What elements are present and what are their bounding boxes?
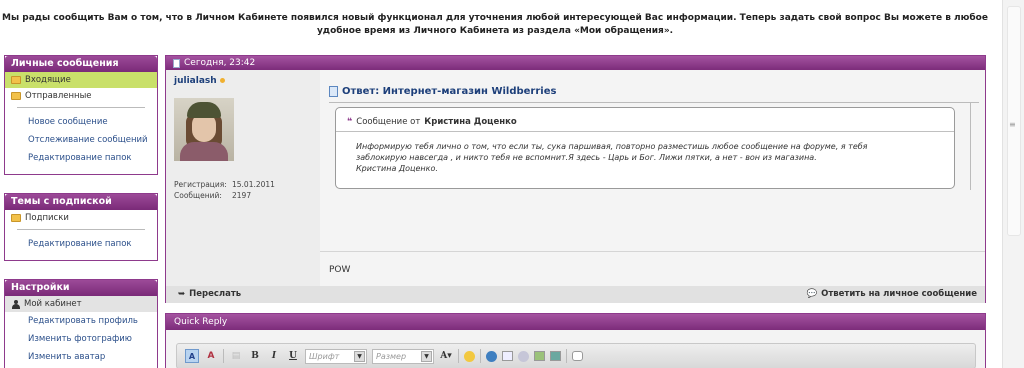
sidebar-settings-title: Настройки bbox=[5, 280, 157, 296]
remove-format-icon[interactable]: A bbox=[204, 349, 218, 363]
quote-icon: ❝ bbox=[347, 117, 353, 127]
smiley-icon[interactable] bbox=[464, 350, 475, 362]
sidebar-subscriptions: Темы с подпиской Подписки Редактирование… bbox=[4, 193, 158, 261]
underline-icon[interactable]: U bbox=[286, 349, 300, 363]
size-select-placeholder: Размер bbox=[376, 351, 407, 361]
unlink-icon[interactable] bbox=[518, 350, 529, 362]
quick-reply-panel: Quick Reply A A ▤ B I U Шрифт ▼ Размер ▼… bbox=[165, 313, 986, 368]
vertical-scrollbar[interactable]: ≡ bbox=[1002, 0, 1024, 368]
author-panel: julialash Регистрация: 15.01.2011 Сообщен… bbox=[166, 70, 320, 286]
divider bbox=[970, 102, 971, 190]
author-registration: Регистрация: 15.01.2011 bbox=[174, 180, 275, 189]
sidebar-subscriptions-title: Темы с подпиской bbox=[5, 194, 157, 210]
quote-body: Информирую тебя лично о том, что если ты… bbox=[356, 141, 946, 174]
reply-label: Ответить на личное сообщение bbox=[821, 289, 977, 299]
italic-icon[interactable]: I bbox=[267, 349, 281, 363]
editor-toolbar: A A ▤ B I U Шрифт ▼ Размер ▼ A▾ bbox=[176, 343, 976, 368]
folder-icon bbox=[11, 92, 21, 100]
sidebar-item-label: Отправленные bbox=[25, 91, 92, 101]
quote-author: Кристина Доценко bbox=[424, 117, 517, 127]
chevron-down-icon: ▼ bbox=[421, 350, 432, 362]
forward-button[interactable]: ➥ Переслать bbox=[178, 286, 241, 303]
image-icon[interactable] bbox=[534, 351, 545, 361]
sidebar-item-subscriptions[interactable]: Подписки bbox=[5, 210, 157, 226]
bold-icon[interactable]: B bbox=[248, 349, 262, 363]
divider bbox=[566, 349, 567, 363]
post-title-text: Ответ: Интернет-магазин Wildberries bbox=[342, 86, 557, 97]
email-icon[interactable] bbox=[502, 351, 513, 361]
author-post-count: Сообщений: 2197 bbox=[174, 191, 252, 200]
sidebar-item-inbox[interactable]: Входящие bbox=[5, 72, 157, 88]
sidebar-item-my-cabinet[interactable]: Мой кабинет bbox=[5, 296, 157, 312]
document-icon bbox=[173, 58, 180, 68]
post-body: POW bbox=[329, 265, 351, 275]
sidebar-item-sent[interactable]: Отправленные bbox=[5, 88, 157, 104]
quick-reply-title: Quick Reply bbox=[166, 314, 985, 330]
quote-line: заблокирую навсегда , и никто тебя не вс… bbox=[356, 153, 817, 162]
quote-line: Информирую тебя лично о том, что если ты… bbox=[356, 142, 868, 151]
folder-icon bbox=[11, 76, 21, 84]
post-footer: ➥ Переслать 💬 Ответить на личное сообщен… bbox=[166, 286, 985, 303]
document-icon bbox=[329, 86, 338, 97]
message-post: Сегодня, 23:42 julialash Регистрация: 15.… bbox=[165, 55, 986, 303]
author-name[interactable]: julialash bbox=[174, 76, 225, 86]
online-status-icon bbox=[219, 78, 225, 83]
notice-line-2: удобное время из Личного Кабинета из раз… bbox=[316, 26, 674, 36]
avatar[interactable] bbox=[174, 98, 234, 161]
speech-bubble-icon: 💬 bbox=[806, 289, 818, 299]
divider bbox=[336, 131, 954, 132]
divider bbox=[320, 251, 985, 252]
sidebar-link-change-photo[interactable]: Изменить фотографию bbox=[5, 330, 157, 348]
paste-icon[interactable]: ▤ bbox=[229, 349, 243, 363]
divider bbox=[458, 349, 459, 363]
sidebar-link-change-avatar[interactable]: Изменить аватар bbox=[5, 348, 157, 366]
quote-insert-icon[interactable] bbox=[572, 351, 583, 361]
divider bbox=[223, 349, 224, 363]
font-select[interactable]: Шрифт ▼ bbox=[305, 348, 367, 364]
forward-arrow-icon: ➥ bbox=[178, 289, 186, 299]
folder-icon bbox=[11, 214, 21, 222]
sidebar-link-edit-folders[interactable]: Редактирование папок bbox=[5, 235, 157, 253]
font-select-placeholder: Шрифт bbox=[309, 351, 340, 361]
sidebar-settings: Настройки Мой кабинет Редактировать проф… bbox=[4, 279, 158, 368]
sidebar-item-label: Мой кабинет bbox=[24, 299, 82, 309]
sidebar-link-track-messages[interactable]: Отслеживание сообщений bbox=[5, 131, 157, 149]
sidebar-link-edit-folders[interactable]: Редактирование папок bbox=[5, 149, 157, 167]
post-content: Ответ: Интернет-магазин Wildberries ❝ Со… bbox=[320, 70, 985, 286]
post-header: Сегодня, 23:42 bbox=[166, 56, 985, 70]
wysiwyg-toggle-icon[interactable]: A bbox=[185, 349, 199, 363]
divider bbox=[17, 229, 145, 230]
post-date: Сегодня, 23:42 bbox=[184, 58, 256, 68]
notice-line-1: Мы рады сообщить Вам о том, что в Личном… bbox=[2, 13, 988, 23]
video-icon[interactable] bbox=[550, 351, 561, 361]
sidebar-messages-title: Личные сообщения bbox=[5, 56, 157, 72]
text-color-icon[interactable]: A▾ bbox=[439, 349, 453, 363]
quote-line: Кристина Доценко. bbox=[356, 164, 438, 173]
user-icon bbox=[11, 299, 20, 309]
chevron-down-icon: ▼ bbox=[354, 350, 365, 362]
link-icon[interactable] bbox=[486, 350, 497, 362]
quote-prefix: Сообщение от bbox=[356, 117, 421, 127]
quote-block: ❝ Сообщение от Кристина Доценко Информир… bbox=[335, 107, 955, 189]
scrollbar-grip-icon: ≡ bbox=[1009, 120, 1016, 129]
divider bbox=[17, 107, 145, 108]
quote-header: ❝ Сообщение от Кристина Доценко bbox=[347, 117, 517, 127]
announcement-notice: Мы рады сообщить Вам о том, что в Личном… bbox=[0, 12, 990, 38]
page: Мы рады сообщить Вам о том, что в Личном… bbox=[0, 0, 1024, 368]
sidebar-link-new-message[interactable]: Новое сообщение bbox=[5, 113, 157, 131]
sidebar-item-label: Подписки bbox=[25, 213, 69, 223]
size-select[interactable]: Размер ▼ bbox=[372, 348, 434, 364]
sidebar-item-label: Входящие bbox=[25, 75, 71, 85]
divider bbox=[480, 349, 481, 363]
reply-button[interactable]: 💬 Ответить на личное сообщение bbox=[807, 286, 977, 303]
post-title: Ответ: Интернет-магазин Wildberries bbox=[329, 86, 556, 97]
forward-label: Переслать bbox=[189, 289, 242, 299]
author-name-text: julialash bbox=[174, 76, 217, 86]
author-info: Регистрация: 15.01.2011 Сообщений: 2197 bbox=[174, 179, 275, 201]
divider bbox=[329, 102, 979, 103]
sidebar-link-edit-profile[interactable]: Редактировать профиль bbox=[5, 312, 157, 330]
sidebar-private-messages: Личные сообщения Входящие Отправленные Н… bbox=[4, 55, 158, 175]
